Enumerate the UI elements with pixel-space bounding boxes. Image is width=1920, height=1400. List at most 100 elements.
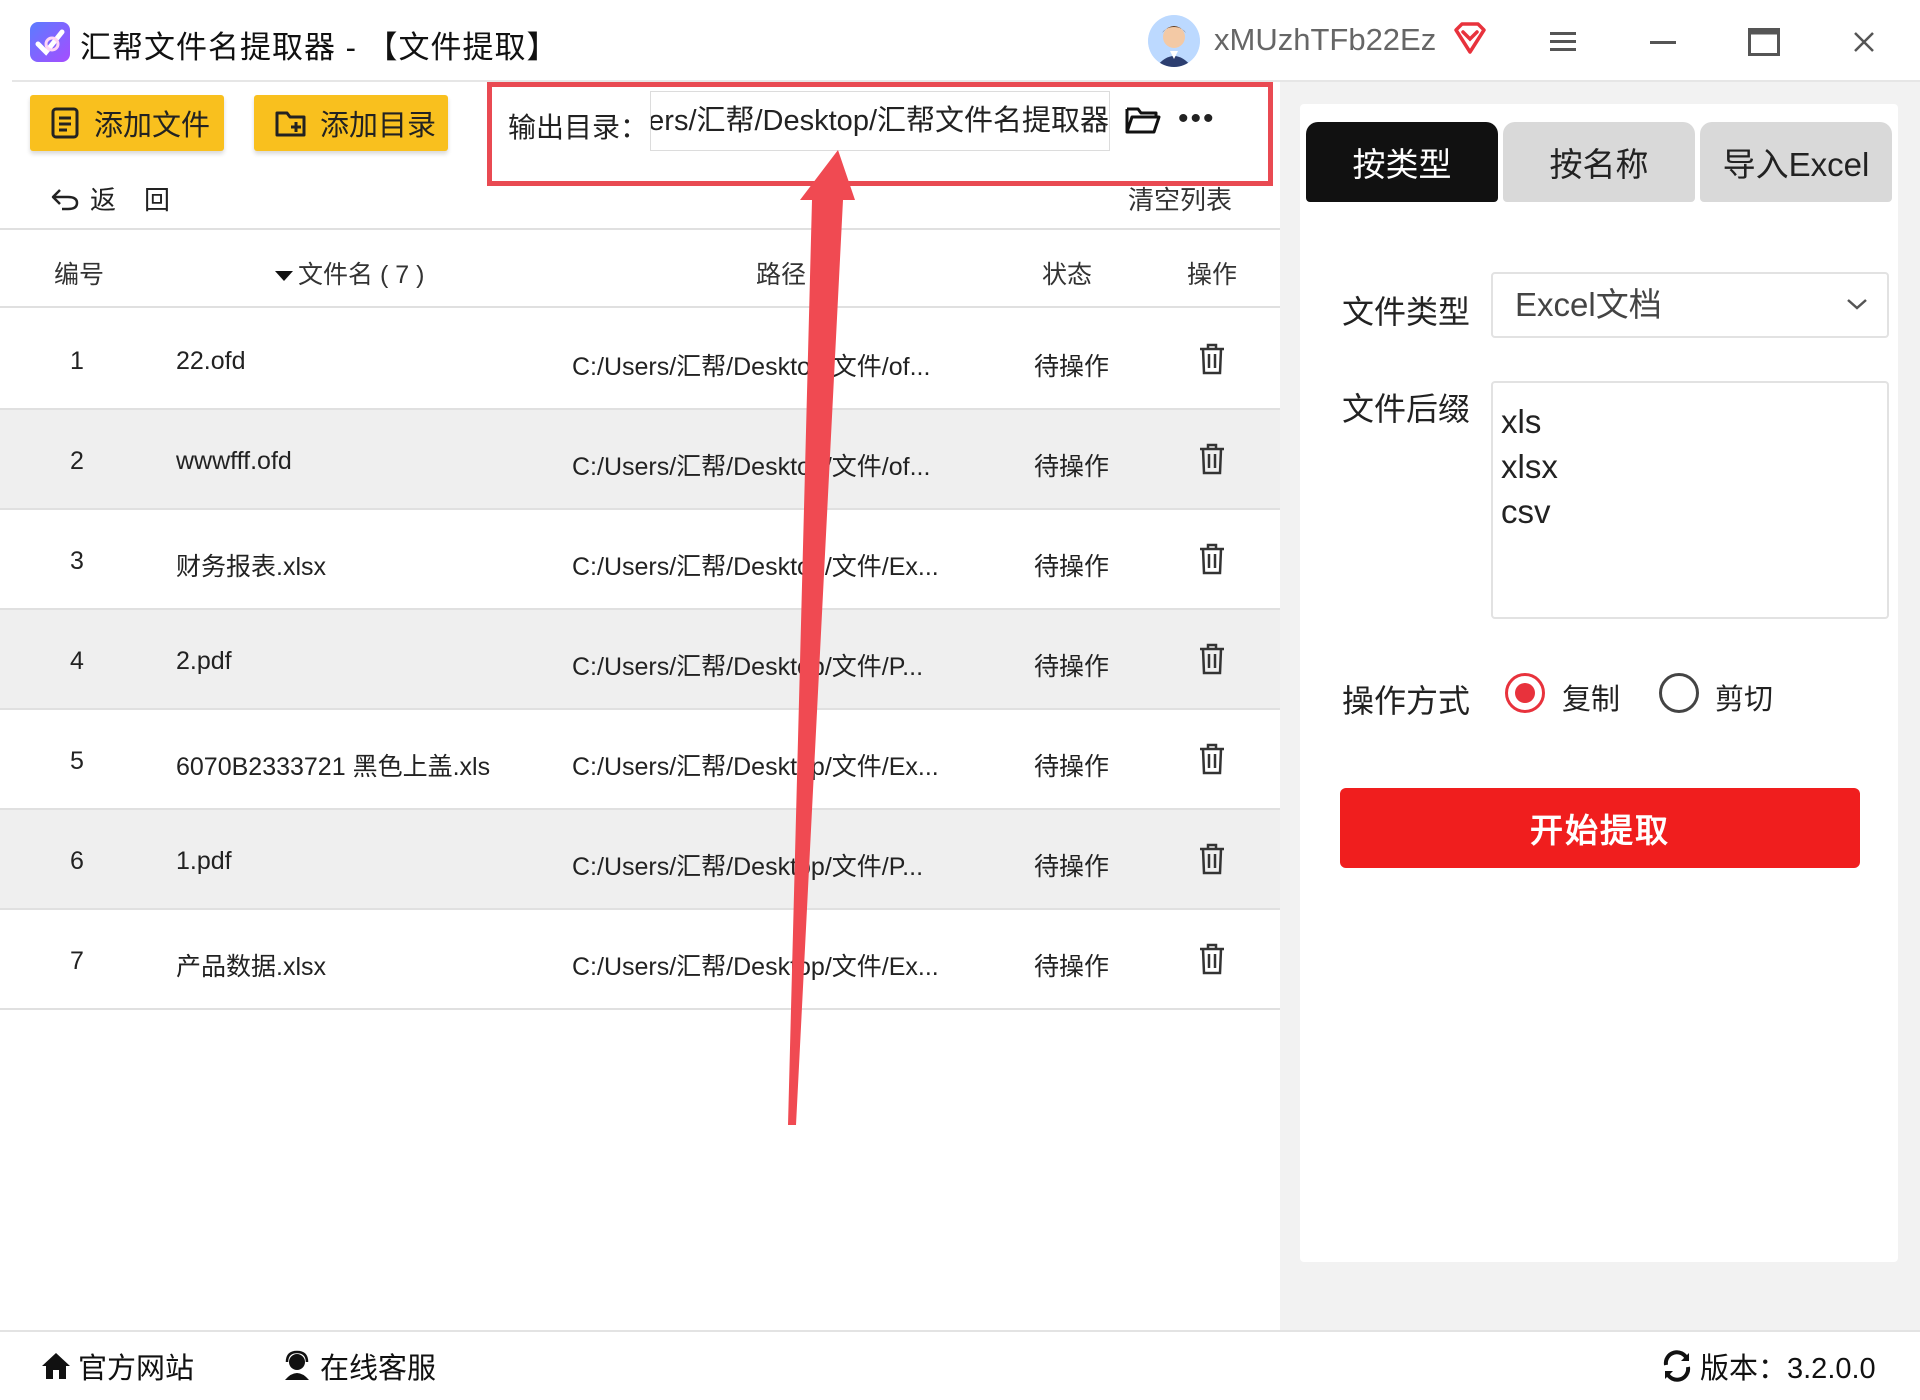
back-arrow-icon xyxy=(51,188,79,210)
table-row[interactable]: 2 wwwfff.ofd C:/Users/汇帮/Desktop/文件/of... 待… xyxy=(0,410,1280,510)
file-type-select[interactable]: Excel文档 xyxy=(1491,272,1889,338)
back-label: 返回 xyxy=(90,185,199,215)
window-title: 汇帮文件名提取器 - 【文件提取】 xyxy=(80,30,559,65)
official-website-link[interactable]: 官方网站 xyxy=(40,1345,194,1387)
trash-icon[interactable] xyxy=(1196,942,1228,983)
table-row[interactable]: 6 1.pdf C:/Users/汇帮/Desktop/文件/P... 待操作 xyxy=(0,810,1280,910)
cell-status: 待操作 xyxy=(1034,853,1110,881)
menu-icon[interactable] xyxy=(1544,22,1584,62)
cell-path: C:/Users/汇帮/Desktop/文件/P... xyxy=(572,653,924,681)
version-info: 版本：3.2.0.0 xyxy=(1660,1345,1876,1387)
suffix-item: csv xyxy=(1501,493,1551,530)
trash-icon[interactable] xyxy=(1196,642,1228,683)
version-label: 版本：3.2.0.0 xyxy=(1700,1353,1876,1385)
cell-path: C:/Users/汇帮/Desktop/文件/of... xyxy=(572,453,931,481)
online-support-label: 在线客服 xyxy=(320,1353,437,1385)
table-header: 编号 文件名 ( 7 ) 路径 状态 操作 xyxy=(0,230,1280,308)
radio-cut-label[interactable]: 剪切 xyxy=(1715,676,1773,718)
cell-name: 2.pdf xyxy=(176,647,232,675)
header-name[interactable]: 文件名 ( 7 ) xyxy=(274,255,424,291)
header-name-label: 文件名 ( 7 ) xyxy=(298,261,425,289)
maximize-icon[interactable] xyxy=(1744,22,1784,62)
cell-status: 待操作 xyxy=(1034,453,1110,481)
cell-status: 待操作 xyxy=(1034,753,1110,781)
app-logo-icon xyxy=(30,22,70,62)
radio-copy-label[interactable]: 复制 xyxy=(1562,676,1620,718)
op-mode-label: 操作方式 xyxy=(1342,683,1471,719)
back-button[interactable]: 返回 xyxy=(50,180,198,217)
add-dir-label: 添加目录 xyxy=(320,110,437,142)
cell-status: 待操作 xyxy=(1034,953,1110,981)
chevron-down-icon xyxy=(1847,299,1867,310)
trash-icon[interactable] xyxy=(1196,542,1228,583)
close-icon[interactable] xyxy=(1844,22,1884,62)
suffix-textarea[interactable]: xls xlsx csv xyxy=(1491,381,1889,619)
home-icon xyxy=(42,1353,70,1379)
minimize-icon[interactable] xyxy=(1644,22,1684,62)
tab-by-type[interactable]: 按类型 xyxy=(1306,122,1498,202)
cell-no: 5 xyxy=(70,747,84,775)
cell-name: 财务报表.xlsx xyxy=(176,553,327,581)
tab-import-excel[interactable]: 导入Excel xyxy=(1700,122,1892,202)
trash-icon[interactable] xyxy=(1196,742,1228,783)
file-type-label: 文件类型 xyxy=(1342,294,1471,330)
suffix-item: xlsx xyxy=(1501,448,1558,485)
header-path: 路径 xyxy=(756,261,807,289)
add-file-icon xyxy=(51,107,79,139)
refresh-icon[interactable] xyxy=(1660,1349,1694,1383)
suffix-label: 文件后缀 xyxy=(1342,391,1471,427)
vip-diamond-icon[interactable] xyxy=(1452,20,1488,56)
table-row[interactable]: 7 产品数据.xlsx C:/Users/汇帮/Desktop/文件/Ex... 待操… xyxy=(0,910,1280,1010)
header-no: 编号 xyxy=(54,261,105,289)
cell-status: 待操作 xyxy=(1034,353,1110,381)
add-folder-icon xyxy=(275,111,306,137)
table-row[interactable]: 5 6070B2333721 黑色上盖.xls C:/Users/汇帮/Deskto… xyxy=(0,710,1280,810)
user-avatar[interactable] xyxy=(1148,15,1200,67)
footer-separator xyxy=(0,1330,1920,1332)
username[interactable]: xMUzhTFb22Ez xyxy=(1214,22,1436,58)
output-dir-label: 输出目录： xyxy=(508,112,649,143)
cell-no: 4 xyxy=(70,647,84,675)
cell-name: 1.pdf xyxy=(176,847,232,875)
cell-name: 产品数据.xlsx xyxy=(176,953,327,981)
cell-path: C:/Users/汇帮/Desktop/文件/Ex... xyxy=(572,953,939,981)
cell-no: 2 xyxy=(70,447,84,475)
table-row[interactable]: 1 22.ofd C:/Users/汇帮/Desktop/文件/of... 待操作 xyxy=(0,310,1280,410)
cell-status: 待操作 xyxy=(1034,653,1110,681)
radio-copy[interactable] xyxy=(1505,673,1545,713)
browse-folder-icon[interactable] xyxy=(1124,104,1162,141)
radio-cut[interactable] xyxy=(1659,673,1699,713)
cell-no: 6 xyxy=(70,847,84,875)
cell-name: 22.ofd xyxy=(176,347,246,375)
cell-path: C:/Users/汇帮/Desktop/文件/Ex... xyxy=(572,753,939,781)
cell-path: C:/Users/汇帮/Desktop/文件/Ex... xyxy=(572,553,939,581)
add-file-label: 添加文件 xyxy=(94,110,211,142)
output-dir-input[interactable]: C:/Users/汇帮/Desktop/汇帮文件名提取器 xyxy=(650,91,1110,151)
cell-no: 1 xyxy=(70,347,84,375)
header-op: 操作 xyxy=(1187,261,1238,289)
tab-by-name[interactable]: 按名称 xyxy=(1503,122,1695,202)
trash-icon[interactable] xyxy=(1196,442,1228,483)
cell-name: wwwfff.ofd xyxy=(176,447,292,475)
add-file-button[interactable]: 添加文件 xyxy=(30,95,224,151)
online-support-link[interactable]: 在线客服 xyxy=(280,1345,436,1387)
table-row[interactable]: 3 财务报表.xlsx C:/Users/汇帮/Desktop/文件/Ex... 待操… xyxy=(0,510,1280,610)
support-agent-icon xyxy=(285,1350,309,1380)
clear-list-button[interactable]: 清空列表 xyxy=(1128,180,1232,217)
output-dir-value: C:/Users/汇帮/Desktop/汇帮文件名提取器 xyxy=(650,105,1109,137)
add-dir-button[interactable]: 添加目录 xyxy=(254,95,448,151)
trash-icon[interactable] xyxy=(1196,842,1228,883)
suffix-item: xls xyxy=(1501,403,1542,440)
official-website-label: 官方网站 xyxy=(78,1353,195,1385)
more-options-icon[interactable]: ••• xyxy=(1178,104,1216,134)
cell-path: C:/Users/汇帮/Desktop/文件/of... xyxy=(572,353,931,381)
sort-down-icon xyxy=(275,271,293,282)
table-row[interactable]: 4 2.pdf C:/Users/汇帮/Desktop/文件/P... 待操作 xyxy=(0,610,1280,710)
file-type-value: Excel文档 xyxy=(1515,286,1662,323)
trash-icon[interactable] xyxy=(1196,342,1228,383)
cell-no: 7 xyxy=(70,947,84,975)
start-extract-button[interactable]: 开始提取 xyxy=(1340,788,1860,868)
cell-no: 3 xyxy=(70,547,84,575)
header-status: 状态 xyxy=(1042,261,1093,289)
title-bar: 汇帮文件名提取器 - 【文件提取】 xMUzhTFb22Ez xyxy=(0,0,1920,82)
